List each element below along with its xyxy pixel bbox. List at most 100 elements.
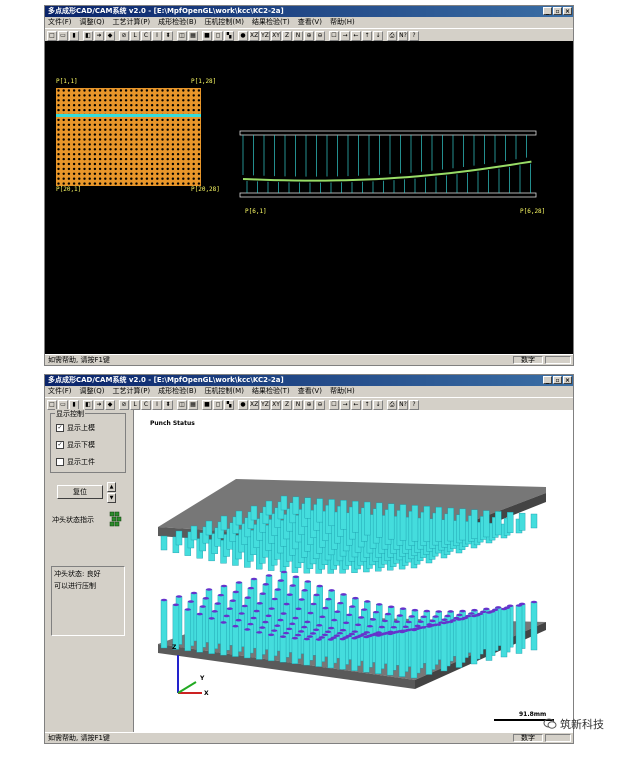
- toolbar-button-12[interactable]: ◫: [177, 399, 187, 410]
- toolbar-button-7[interactable]: ⊘: [119, 399, 129, 410]
- menu-press-control[interactable]: 压机控制(M): [204, 386, 244, 397]
- toolbar-button-22[interactable]: N: [293, 30, 303, 41]
- toolbar-button-23[interactable]: ⊕: [304, 399, 314, 410]
- toolbar-button-29[interactable]: ↓: [373, 399, 383, 410]
- toolbar-button-14[interactable]: ■: [202, 30, 212, 41]
- design-canvas[interactable]: P[1,1] P[1,28] P[20,1] P[20,28] P[6,1] P…: [45, 41, 573, 354]
- toolbar-button-2[interactable]: ▭: [58, 399, 68, 410]
- menu-result-check[interactable]: 结果检验(T): [252, 17, 290, 28]
- spin-down-button[interactable]: ▼: [107, 493, 116, 503]
- checkbox-box[interactable]: ✓: [56, 424, 64, 432]
- toolbar-button-18[interactable]: XZ: [249, 399, 259, 410]
- toolbar-button-26[interactable]: →: [340, 30, 350, 41]
- menu-file[interactable]: 文件(F): [48, 386, 72, 397]
- toolbar-button-22[interactable]: N: [293, 399, 303, 410]
- toolbar-button-5[interactable]: ➜: [94, 30, 104, 41]
- toolbar-button-11[interactable]: ⬍: [163, 399, 173, 410]
- toolbar-button-4[interactable]: ◧: [83, 30, 93, 41]
- maximize-button[interactable]: ▫: [553, 7, 562, 15]
- maximize-button[interactable]: ▫: [553, 376, 562, 384]
- toolbar-button-28[interactable]: ↑: [362, 30, 372, 41]
- menu-view[interactable]: 查看(V): [298, 17, 322, 28]
- toolbar-button-4[interactable]: ◧: [83, 399, 93, 410]
- checkbox-box[interactable]: ✓: [56, 441, 64, 449]
- spin-up-button[interactable]: ▲: [107, 482, 116, 492]
- toolbar-button-13[interactable]: ▦: [188, 30, 198, 41]
- toolbar-button-9[interactable]: C: [141, 30, 151, 41]
- toolbar-button-27[interactable]: ←: [351, 30, 361, 41]
- toolbar-button-11[interactable]: ⬍: [163, 30, 173, 41]
- toolbar-button-2[interactable]: ▭: [58, 30, 68, 41]
- toolbar-button-17[interactable]: ●: [238, 30, 248, 41]
- toolbar-button-30[interactable]: ⎙: [387, 399, 397, 410]
- toolbar-button-14[interactable]: ■: [202, 399, 212, 410]
- toolbar-button-23[interactable]: ⊕: [304, 30, 314, 41]
- punch-status-icon[interactable]: [109, 511, 123, 527]
- menu-adjust[interactable]: 调整(Q): [80, 386, 105, 397]
- toolbar-button-10[interactable]: I: [152, 30, 162, 41]
- toolbar-button-17[interactable]: ●: [238, 399, 248, 410]
- toolbar-button-16[interactable]: ▚: [224, 399, 234, 410]
- toolbar-button-28[interactable]: ↑: [362, 399, 372, 410]
- toolbar-button-31[interactable]: N?: [398, 30, 408, 41]
- toolbar-button-26[interactable]: →: [340, 399, 350, 410]
- toolbar-button-20[interactable]: XY: [271, 30, 281, 41]
- checkbox-box[interactable]: [56, 458, 64, 466]
- toolbar-button-25[interactable]: ☐: [329, 399, 339, 410]
- menu-file[interactable]: 文件(F): [48, 17, 72, 28]
- toolbar-button-13[interactable]: ▦: [188, 399, 198, 410]
- checkbox-show-workpiece[interactable]: 显示工件: [56, 457, 95, 467]
- toolbar-button-19[interactable]: YZ: [260, 399, 270, 410]
- toolbar-button-21[interactable]: Z: [282, 30, 292, 41]
- toolbar-button-10[interactable]: I: [152, 399, 162, 410]
- toolbar-button-15[interactable]: ◻: [213, 30, 223, 41]
- toolbar-button-6[interactable]: ◆: [105, 399, 115, 410]
- checkbox-show-lower-die[interactable]: ✓ 显示下模: [56, 440, 95, 450]
- toolbar-button-9[interactable]: C: [141, 399, 151, 410]
- title-bar[interactable]: 多点成形CAD/CAM系统 v2.0 - [E:\MpfOpenGL\work\…: [45, 6, 573, 17]
- toolbar-button-16[interactable]: ▚: [224, 30, 234, 41]
- toolbar-button-3[interactable]: ▮: [69, 399, 79, 410]
- toolbar-button-29[interactable]: ↓: [373, 30, 383, 41]
- toolbar-button-12[interactable]: ◫: [177, 30, 187, 41]
- toolbar-button-18[interactable]: XZ: [249, 30, 259, 41]
- toolbar-button-24[interactable]: ⊖: [315, 399, 325, 410]
- toolbar-button-32[interactable]: ?: [409, 30, 419, 41]
- toolbar-button-24[interactable]: ⊖: [315, 30, 325, 41]
- menu-process[interactable]: 工艺计算(P): [112, 17, 150, 28]
- toolbar-button-7[interactable]: ⊘: [119, 30, 129, 41]
- 3d-view[interactable]: Punch Status Z Y X 91.8mm: [134, 410, 573, 733]
- menu-help[interactable]: 帮助(H): [330, 386, 355, 397]
- reset-button[interactable]: 复位: [57, 485, 103, 499]
- toolbar-button-3[interactable]: ▮: [69, 30, 79, 41]
- toolbar-button-25[interactable]: ☐: [329, 30, 339, 41]
- toolbar-button-20[interactable]: XY: [271, 399, 281, 410]
- minimize-button[interactable]: _: [543, 376, 552, 384]
- toolbar-button-1[interactable]: □: [47, 30, 57, 41]
- toolbar-button-19[interactable]: YZ: [260, 30, 270, 41]
- toolbar-button-15[interactable]: ◻: [213, 399, 223, 410]
- menu-press-control[interactable]: 压机控制(M): [204, 17, 244, 28]
- menu-process[interactable]: 工艺计算(P): [112, 386, 150, 397]
- toolbar-button-5[interactable]: ➜: [94, 399, 104, 410]
- title-bar[interactable]: 多点成形CAD/CAM系统 v2.0 - [E:\MpfOpenGL\work\…: [45, 375, 573, 386]
- toolbar-button-1[interactable]: □: [47, 399, 57, 410]
- menu-help[interactable]: 帮助(H): [330, 17, 355, 28]
- menu-result-check[interactable]: 结果检验(T): [252, 386, 290, 397]
- toolbar-button-31[interactable]: N?: [398, 399, 408, 410]
- checkbox-show-upper-die[interactable]: ✓ 显示上模: [56, 423, 95, 433]
- minimize-button[interactable]: _: [543, 7, 552, 15]
- close-button[interactable]: ×: [563, 376, 572, 384]
- close-button[interactable]: ×: [563, 7, 572, 15]
- toolbar-button-6[interactable]: ◆: [105, 30, 115, 41]
- menu-view[interactable]: 查看(V): [298, 386, 322, 397]
- menu-adjust[interactable]: 调整(Q): [80, 17, 105, 28]
- toolbar-button-8[interactable]: L: [130, 399, 140, 410]
- menu-form-check[interactable]: 成形检验(B): [158, 386, 196, 397]
- toolbar-button-21[interactable]: Z: [282, 399, 292, 410]
- menu-form-check[interactable]: 成形检验(B): [158, 17, 196, 28]
- toolbar-button-30[interactable]: ⎙: [387, 30, 397, 41]
- toolbar-button-27[interactable]: ←: [351, 399, 361, 410]
- toolbar-button-8[interactable]: L: [130, 30, 140, 41]
- toolbar-button-32[interactable]: ?: [409, 399, 419, 410]
